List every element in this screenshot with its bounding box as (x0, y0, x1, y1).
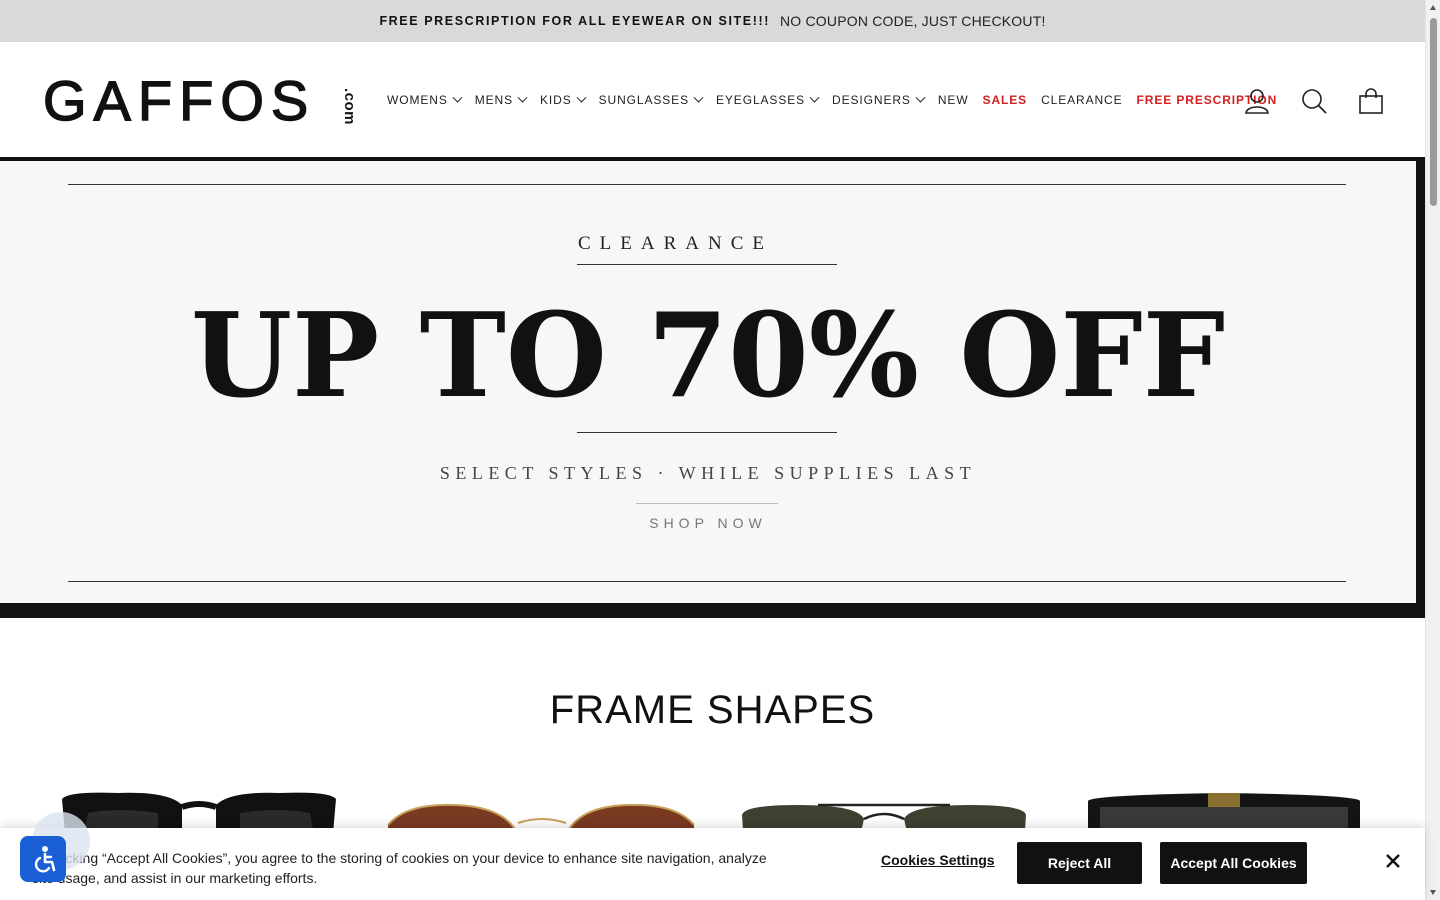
announcement-text: NO COUPON CODE, JUST CHECKOUT! (780, 13, 1046, 29)
nav-item-sunglasses[interactable]: SUNGLASSES (598, 92, 704, 107)
nav-item-sales[interactable]: SALES (983, 93, 1028, 107)
nav-label: CLEARANCE (1041, 93, 1123, 107)
hero-headline: UP TO 70% OFF (190, 288, 1226, 424)
accept-all-cookies-button[interactable]: Accept All Cookies (1160, 842, 1307, 884)
site-header: GAFFOS .com WOMENS MENS KIDS SUNGLASSES … (0, 42, 1425, 159)
hero-divider (68, 184, 1346, 185)
nav-item-clearance[interactable]: CLEARANCE (1041, 93, 1122, 107)
logo-word: GAFFOS (42, 69, 316, 132)
announcement-bar: FREE PRESCRIPTION FOR ALL EYEWEAR ON SIT… (0, 0, 1425, 42)
chevron-down-icon (517, 92, 528, 103)
chevron-down-icon (915, 92, 926, 103)
nav-item-new[interactable]: NEW (938, 93, 969, 107)
chevron-down-icon (576, 92, 587, 103)
hero-divider (68, 581, 1346, 582)
hero-divider (636, 503, 778, 504)
hero-divider (577, 432, 837, 433)
accessibility-icon[interactable] (20, 836, 66, 882)
cookie-banner: By clicking “Accept All Cookies”, you ag… (0, 828, 1425, 900)
hero-kicker: CLEARANCE (578, 233, 773, 254)
chevron-down-icon (693, 92, 704, 103)
close-icon[interactable] (1384, 852, 1402, 870)
hero-subline: SELECT STYLES · WHILE SUPPLIES LAST (439, 463, 977, 483)
nav-label: KIDS (540, 93, 572, 107)
nav-label: WOMENS (387, 93, 448, 107)
chevron-down-icon (809, 92, 820, 103)
nav-label: EYEGLASSES (716, 93, 806, 107)
nav-label: SALES (982, 93, 1028, 107)
hero-panel: CLEARANCE UP TO 70% OFF SELECT STYLES · … (0, 161, 1416, 603)
announcement-strong: FREE PRESCRIPTION FOR ALL EYEWEAR ON SIT… (379, 14, 770, 28)
scrollbar-thumb[interactable] (1430, 18, 1437, 206)
nav-label: SUNGLASSES (598, 93, 689, 107)
section-title: FRAME SHAPES (549, 688, 876, 732)
hero-banner[interactable]: CLEARANCE UP TO 70% OFF SELECT STYLES · … (0, 159, 1425, 618)
nav-item-womens[interactable]: WOMENS (387, 92, 463, 107)
scroll-down-arrow-icon[interactable] (1430, 890, 1436, 895)
search-icon[interactable] (1301, 88, 1327, 114)
site-logo[interactable]: GAFFOS .com (42, 69, 358, 132)
logo-suffix: .com (341, 88, 358, 126)
nav-item-mens[interactable]: MENS (474, 92, 528, 107)
shop-now-link[interactable]: SHOP NOW (0, 515, 1416, 531)
page: FREE PRESCRIPTION FOR ALL EYEWEAR ON SIT… (0, 0, 1440, 900)
cookies-settings-link[interactable]: Cookies Settings (881, 852, 995, 868)
nav-item-kids[interactable]: KIDS (540, 92, 587, 107)
nav-item-eyeglasses[interactable]: EYEGLASSES (716, 92, 820, 107)
cookie-message: By clicking “Accept All Cookies”, you ag… (32, 850, 767, 886)
hero-divider (577, 264, 837, 265)
reject-all-button[interactable]: Reject All (1017, 842, 1142, 884)
chevron-down-icon (452, 92, 463, 103)
account-icon[interactable] (1244, 88, 1270, 114)
page-scrollbar[interactable] (1425, 0, 1440, 900)
scroll-up-arrow-icon[interactable] (1430, 5, 1436, 10)
cart-icon[interactable] (1358, 88, 1384, 114)
nav-item-designers[interactable]: DESIGNERS (832, 92, 926, 107)
nav-label: MENS (474, 93, 514, 107)
main-nav: WOMENS MENS KIDS SUNGLASSES EYEGLASSES D… (387, 92, 1291, 108)
nav-label: DESIGNERS (832, 93, 911, 107)
nav-label: NEW (937, 93, 969, 107)
